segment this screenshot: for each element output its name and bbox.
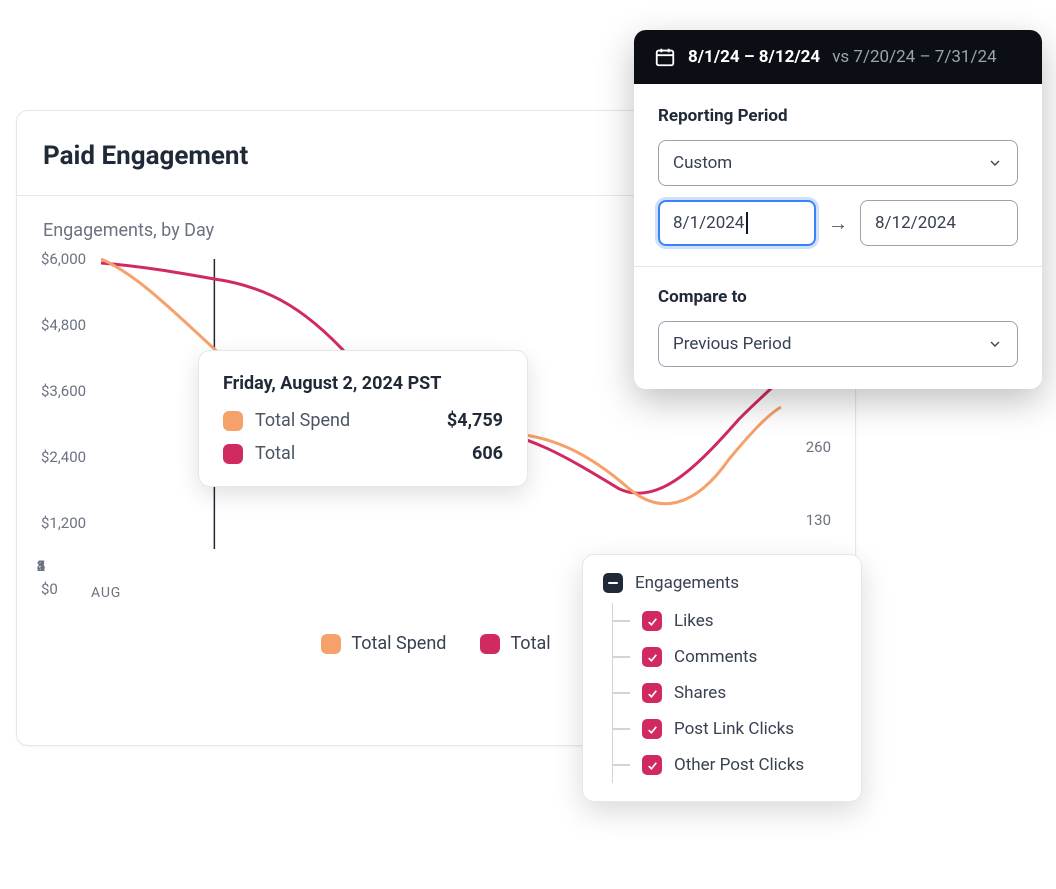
filter-item-shares[interactable]: Shares (613, 675, 841, 711)
filter-item-other-post-clicks[interactable]: Other Post Clicks (613, 747, 841, 783)
checkbox-checked-icon[interactable] (642, 719, 662, 739)
filter-item-label: Likes (674, 611, 714, 631)
tooltip-row-spend: Total Spend $4,759 (223, 410, 503, 431)
compare-to-value: Previous Period (673, 334, 791, 354)
date-picker-panel: 8/1/24 – 8/12/24 vs 7/20/24 – 7/31/24 Re… (634, 30, 1042, 389)
reporting-period-value: Custom (673, 153, 732, 173)
end-date-input[interactable]: 8/12/2024 (860, 200, 1018, 246)
checkbox-checked-icon[interactable] (642, 647, 662, 667)
legend-spend[interactable]: Total Spend (321, 633, 446, 654)
reporting-period-label: Reporting Period (658, 106, 1018, 126)
filter-item-comments[interactable]: Comments (613, 639, 841, 675)
month-label: AUG (91, 585, 121, 601)
tooltip-total-value: 606 (472, 443, 503, 464)
ytick-left: $6,000 (41, 250, 86, 268)
calendar-icon (654, 46, 676, 68)
date-vs: vs (832, 47, 849, 67)
reporting-period-select[interactable]: Custom (658, 140, 1018, 186)
ytick-left: $2,400 (41, 448, 86, 466)
ytick-left: $3,600 (41, 382, 86, 400)
checkbox-checked-icon[interactable] (642, 683, 662, 703)
filter-item-label: Other Post Clicks (674, 755, 804, 775)
ytick-left: $0 (41, 580, 58, 598)
start-date-value: 8/1/2024 (673, 213, 744, 233)
xtick: 5 (37, 557, 45, 575)
tooltip-title: Friday, August 2, 2024 PST (223, 373, 503, 394)
filter-item-likes[interactable]: Likes (613, 603, 841, 639)
compare-to-select[interactable]: Previous Period (658, 321, 1018, 367)
tooltip-spend-value: $4,759 (447, 410, 503, 431)
ytick-right: 260 (806, 438, 831, 456)
filter-parent-row[interactable]: Engagements (603, 573, 841, 593)
chevron-down-icon (987, 155, 1003, 171)
divider (634, 266, 1042, 267)
tree-branch-icon (612, 620, 630, 622)
date-secondary: 7/20/24 – 7/31/24 (853, 47, 996, 67)
ytick-left: $4,800 (41, 316, 86, 334)
engagements-filter: Engagements Likes Comments Shares Post L… (582, 554, 862, 802)
legend-total-label: Total (510, 633, 550, 654)
tooltip-spend-label: Total Spend (255, 410, 350, 431)
text-cursor-icon (746, 212, 748, 234)
compare-to-label: Compare to (658, 287, 1018, 307)
tree-branch-icon (612, 656, 630, 658)
checkbox-checked-icon[interactable] (642, 611, 662, 631)
ytick-right: 130 (806, 511, 831, 529)
date-primary: 8/1/24 – 8/12/24 (688, 47, 820, 67)
arrow-right-icon: → (828, 211, 848, 236)
checkbox-checked-icon[interactable] (642, 755, 662, 775)
filter-item-label: Comments (674, 647, 757, 667)
chart-tooltip: Friday, August 2, 2024 PST Total Spend $… (198, 350, 528, 487)
legend-total[interactable]: Total (480, 633, 550, 654)
start-date-input[interactable]: 8/1/2024 (658, 200, 816, 246)
swatch-spend-icon (223, 411, 243, 431)
swatch-total-icon (480, 634, 500, 654)
tree-branch-icon (612, 728, 630, 730)
end-date-value: 8/12/2024 (875, 213, 956, 233)
filter-item-post-link-clicks[interactable]: Post Link Clicks (613, 711, 841, 747)
filter-tree: Likes Comments Shares Post Link Clicks O… (612, 603, 841, 783)
tree-branch-icon (612, 692, 630, 694)
chevron-down-icon (987, 336, 1003, 352)
date-range-bar[interactable]: 8/1/24 – 8/12/24 vs 7/20/24 – 7/31/24 (634, 30, 1042, 84)
filter-item-label: Shares (674, 683, 726, 703)
legend-spend-label: Total Spend (351, 633, 446, 654)
swatch-spend-icon (321, 634, 341, 654)
tooltip-total-label: Total (255, 443, 295, 464)
tree-branch-icon (612, 764, 630, 766)
ytick-left: $1,200 (41, 514, 86, 532)
swatch-total-icon (223, 444, 243, 464)
filter-parent-label: Engagements (635, 573, 739, 593)
checkbox-indeterminate-icon[interactable] (603, 573, 623, 593)
tooltip-row-total: Total 606 (223, 443, 503, 464)
filter-item-label: Post Link Clicks (674, 719, 794, 739)
